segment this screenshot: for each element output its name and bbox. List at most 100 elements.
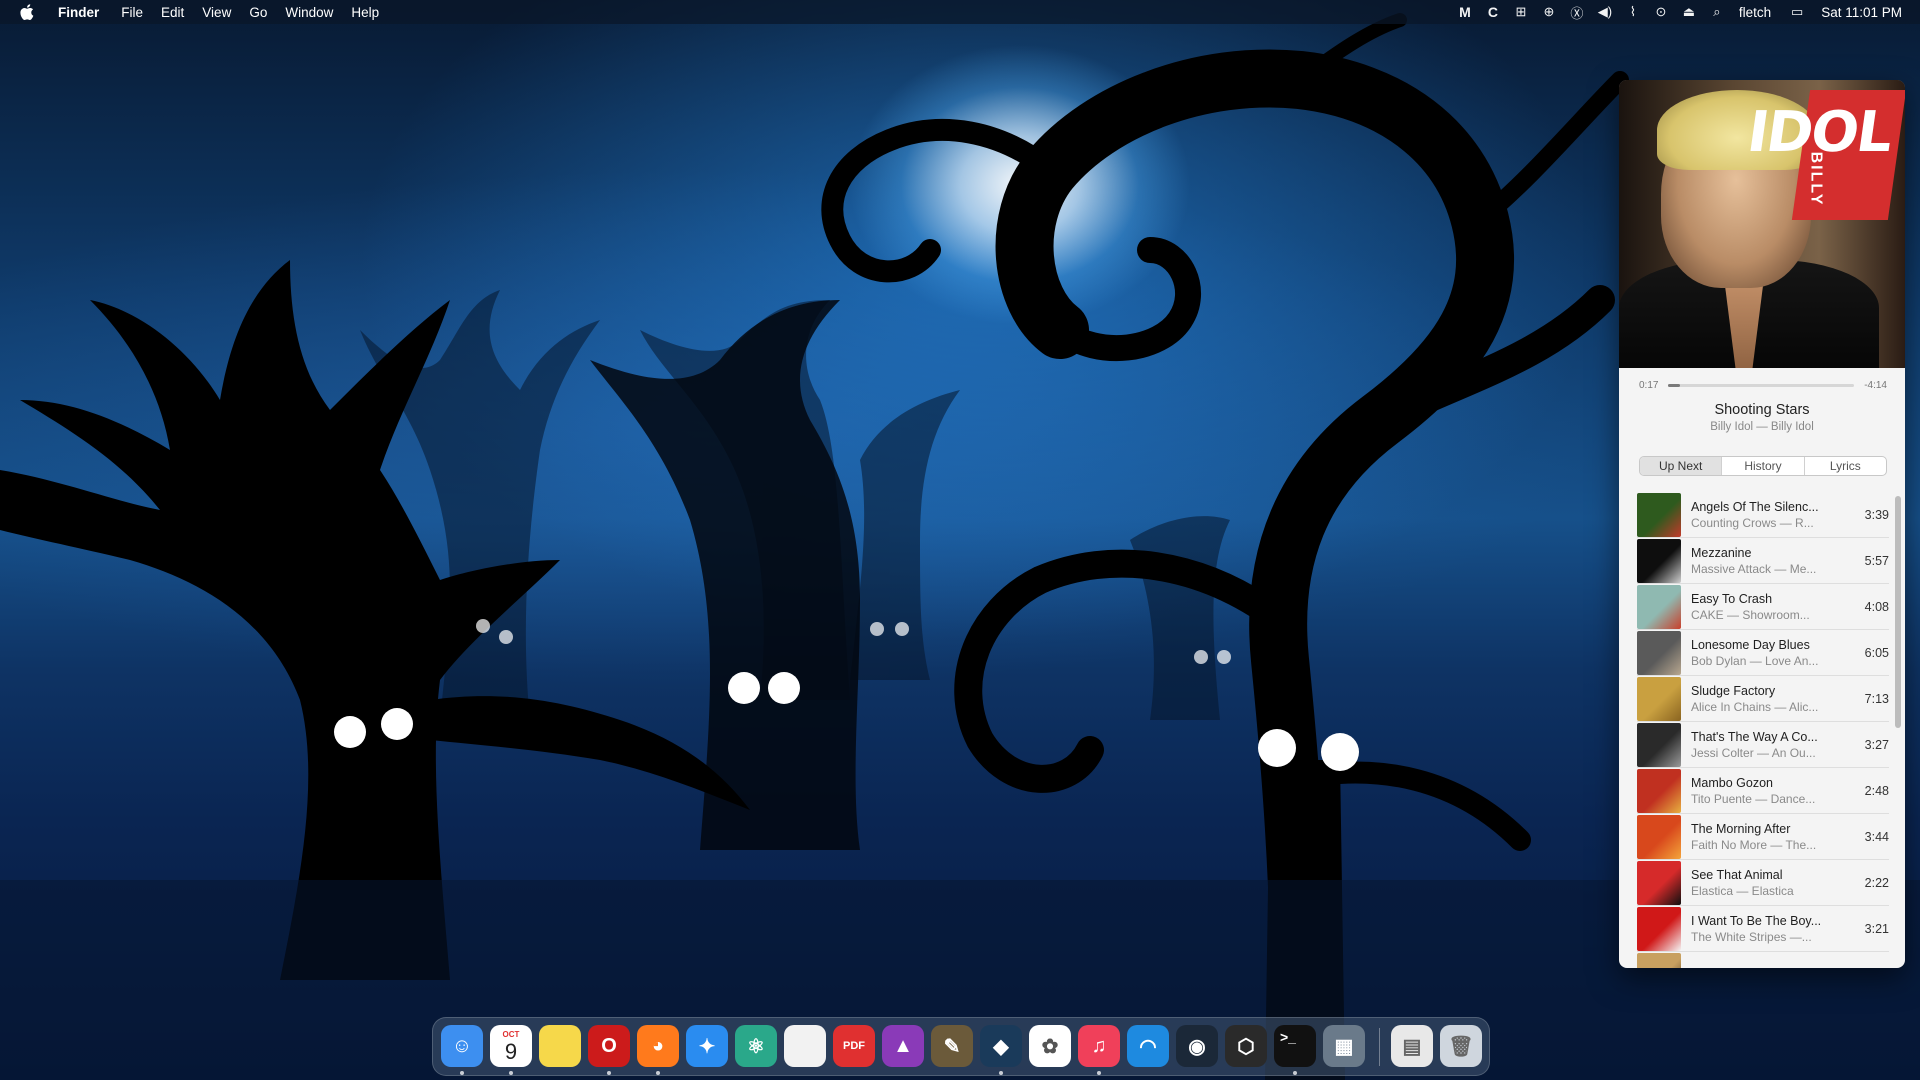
queue-track-title: Angels Of The Silenc...: [1691, 499, 1819, 514]
queue-row[interactable]: Mambo Gozon Tito Puente — Dance... 2:48: [1637, 768, 1889, 814]
queue-row[interactable]: Sludge Factory Alice In Chains — Alic... 7…: [1637, 676, 1889, 722]
album-artwork[interactable]: IDOL BILLY: [1619, 80, 1905, 368]
malwarebytes-icon[interactable]: M: [1451, 0, 1479, 24]
queue-track-subtitle: Massive Attack — Me...: [1691, 561, 1817, 576]
album-thumbnail: [1637, 584, 1681, 629]
progress-slider[interactable]: [1668, 383, 1855, 387]
queue-track-duration: 7:13: [1864, 691, 1889, 706]
dock-pdf-app-icon[interactable]: PDF: [833, 1025, 875, 1067]
grid-app-icon[interactable]: ⊞: [1507, 0, 1535, 24]
dock-opera-icon[interactable]: O: [588, 1025, 630, 1067]
queue-track-title: Lonesome Day Blues: [1691, 637, 1810, 652]
cleanup-c-icon[interactable]: C: [1479, 0, 1507, 24]
album-thumbnail: [1637, 492, 1681, 537]
menu-go[interactable]: Go: [249, 5, 267, 20]
queue-row[interactable]: Walkin' Thru The Park: [1637, 952, 1889, 968]
album-thumbnail: [1637, 676, 1681, 721]
dock-vpn-icon[interactable]: ⬡: [1225, 1025, 1267, 1067]
queue-row[interactable]: The Morning After Faith No More — The... 3…: [1637, 814, 1889, 860]
dock-gimp-icon[interactable]: ✎: [931, 1025, 973, 1067]
queue-track-duration: 3:21: [1864, 921, 1889, 936]
play-circle-icon[interactable]: ⊙: [1647, 0, 1675, 24]
dock-downloads-stack-icon[interactable]: ▤: [1391, 1025, 1433, 1067]
dock-running-indicator: [656, 1071, 660, 1075]
dock-running-indicator: [460, 1071, 464, 1075]
dock-calendar-icon[interactable]: OCT 9: [490, 1025, 532, 1067]
dock-notes-icon[interactable]: [539, 1025, 581, 1067]
dock-running-indicator: [1293, 1071, 1297, 1075]
album-thumbnail: [1637, 906, 1681, 951]
queue-row[interactable]: Lonesome Day Blues Bob Dylan — Love An...…: [1637, 630, 1889, 676]
menu-app-name[interactable]: Finder: [58, 5, 99, 20]
track-title: Shooting Stars: [1714, 402, 1810, 418]
menu-file[interactable]: File: [121, 5, 143, 20]
album-thumbnail: [1637, 538, 1681, 583]
dock-atom-icon[interactable]: ⚛: [735, 1025, 777, 1067]
accessibility-icon[interactable]: Ⓧ: [1563, 0, 1591, 24]
tab-up-next[interactable]: Up Next: [1640, 457, 1723, 475]
queue-row[interactable]: Easy To Crash CAKE — Showroom... 4:08: [1637, 584, 1889, 630]
globe-icon[interactable]: ⊕: [1535, 0, 1563, 24]
dock-firefox-icon[interactable]: ◕: [637, 1025, 679, 1067]
queue-track-title: Mambo Gozon: [1691, 775, 1773, 790]
queue-track-subtitle: Bob Dylan — Love An...: [1691, 653, 1819, 668]
album-thumbnail: [1637, 722, 1681, 767]
queue-track-duration: 4:08: [1864, 599, 1889, 614]
queue-track-title: The Morning After: [1691, 821, 1791, 836]
dock-running-indicator: [509, 1071, 513, 1075]
menu-edit[interactable]: Edit: [161, 5, 184, 20]
dock-running-indicator: [607, 1071, 611, 1075]
tab-lyrics[interactable]: Lyrics: [1805, 457, 1886, 475]
album-thumbnail: [1637, 860, 1681, 905]
queue-track-duration: 3:39: [1864, 507, 1889, 522]
menu-view[interactable]: View: [202, 5, 231, 20]
menu-help[interactable]: Help: [351, 5, 379, 20]
queue-row[interactable]: See That Animal Elastica — Elastica 2:22: [1637, 860, 1889, 906]
queue-row[interactable]: Mezzanine Massive Attack — Me... 5:57: [1637, 538, 1889, 584]
queue-track-title: That's The Way A Co...: [1691, 729, 1818, 744]
volume-icon[interactable]: ◀︎): [1591, 0, 1619, 24]
dock-steam-icon[interactable]: ◉: [1176, 1025, 1218, 1067]
queue-track-title: Mezzanine: [1691, 545, 1752, 560]
queue-row[interactable]: That's The Way A Co... Jessi Colter — An …: [1637, 722, 1889, 768]
tab-history[interactable]: History: [1722, 457, 1805, 475]
queue-track-duration: 6:05: [1864, 645, 1889, 660]
queue-track-title: I Want To Be The Boy...: [1691, 913, 1822, 928]
dock-wifi-tool-icon[interactable]: ◠: [1127, 1025, 1169, 1067]
queue-row[interactable]: Angels Of The Silenc... Counting Crows — …: [1637, 492, 1889, 538]
queue-track-duration: 3:44: [1864, 829, 1889, 844]
dock-music-icon[interactable]: ♫: [1078, 1025, 1120, 1067]
queue-track-duration: 2:48: [1864, 783, 1889, 798]
queue-track-subtitle: Tito Puente — Dance...: [1691, 791, 1816, 806]
track-subtitle: Billy Idol — Billy Idol: [1710, 421, 1814, 433]
dock-launchpad-icon[interactable]: ▦: [1323, 1025, 1365, 1067]
spotlight-search-icon[interactable]: ⌕: [1703, 0, 1731, 24]
apple-menu-icon[interactable]: [20, 4, 42, 20]
queue-row[interactable]: I Want To Be The Boy... The White Stripes…: [1637, 906, 1889, 952]
eject-icon[interactable]: ⏏: [1675, 0, 1703, 24]
elapsed-time: 0:17: [1639, 379, 1659, 391]
dock-finder-icon[interactable]: ☺: [441, 1025, 483, 1067]
dock-trash-icon[interactable]: 🗑: [1440, 1025, 1482, 1067]
queue-track-subtitle: Alice In Chains — Alic...: [1691, 699, 1819, 714]
queue-track-duration: 3:27: [1864, 737, 1889, 752]
remaining-time: -4:14: [1864, 379, 1887, 391]
album-thumbnail: [1637, 630, 1681, 675]
dock-separator: [1379, 1028, 1380, 1066]
dock-affinity-icon[interactable]: ▲: [882, 1025, 924, 1067]
queue-track-title: Easy To Crash: [1691, 591, 1773, 606]
dock-photos-icon[interactable]: ✿: [1029, 1025, 1071, 1067]
album-thumbnail: [1637, 814, 1681, 859]
dock: ☺ OCT 9 O ◕ ✦ ⚛ PDF ▲ ✎ ◆ ✿ ♫ ◠ ◉ ⬡ >_ ▦ ▤ 🗑: [432, 1017, 1490, 1076]
dock-sketchup-icon[interactable]: ◆: [980, 1025, 1022, 1067]
menu-clock[interactable]: Sat 11:01 PM: [1821, 5, 1902, 20]
user-name[interactable]: fletch: [1739, 5, 1771, 20]
queue-scrollbar[interactable]: [1895, 496, 1901, 728]
dock-textedit-icon[interactable]: [784, 1025, 826, 1067]
queue-track-subtitle: Counting Crows — R...: [1691, 515, 1814, 530]
dock-safari-icon[interactable]: ✦: [686, 1025, 728, 1067]
menu-window[interactable]: Window: [285, 5, 333, 20]
wifi-off-icon[interactable]: ⌇: [1619, 0, 1647, 24]
control-center-icon[interactable]: ▭: [1783, 0, 1811, 24]
dock-terminal-icon[interactable]: >_: [1274, 1025, 1316, 1067]
